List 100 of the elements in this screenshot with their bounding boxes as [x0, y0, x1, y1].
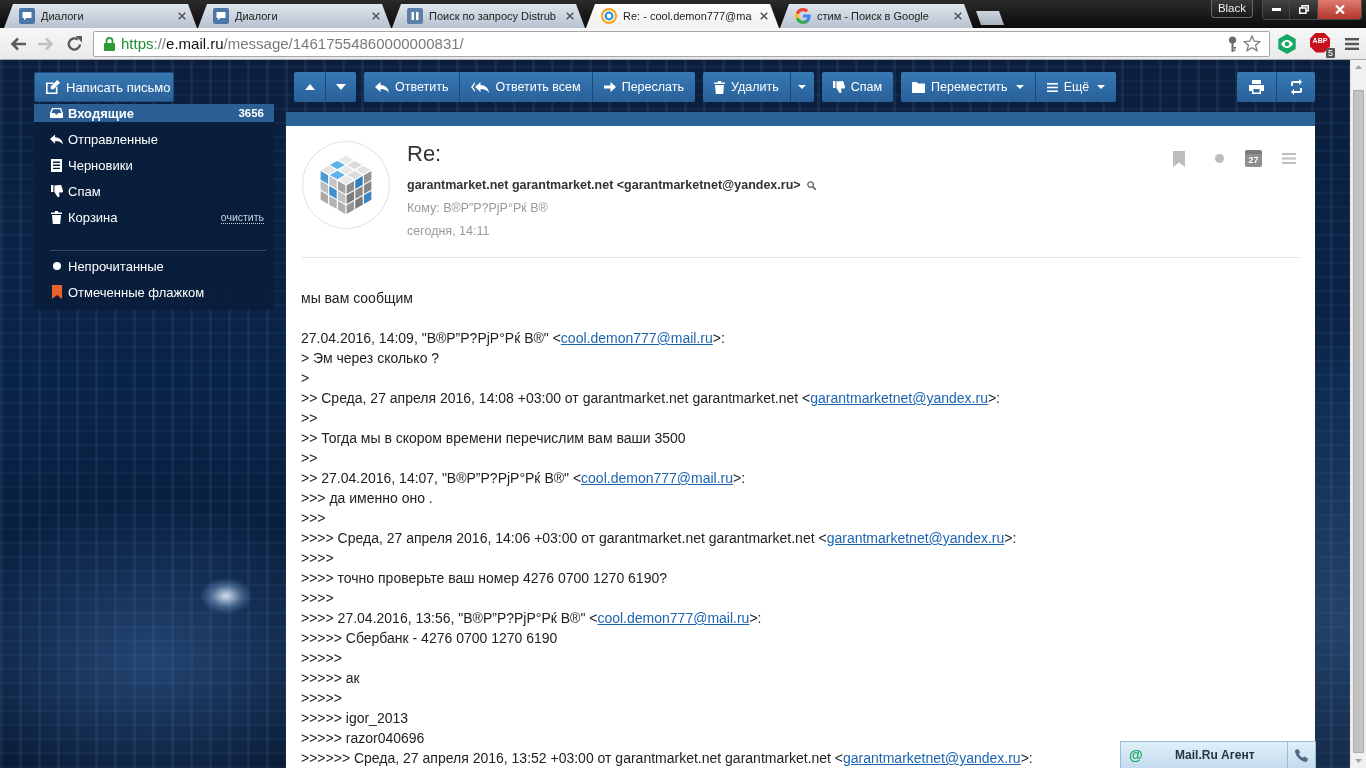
recipient-text: Кому: В®Р”Р?РјР°Рќ В®: [407, 200, 549, 216]
folder-item[interactable]: Отправленные: [34, 126, 274, 152]
folder-item[interactable]: Отмеченные флажком: [34, 279, 274, 305]
dropdown-button[interactable]: [789, 72, 814, 102]
quote-line: >>> да именно оно .: [301, 489, 434, 508]
more-button[interactable]: Ещё: [1034, 72, 1117, 102]
quote-line: >>>>> razor040696: [301, 729, 426, 748]
quote-line: >>>>> ак: [301, 669, 361, 688]
quote-line: >>>> 27.04.2016, 13:56, "В®Р”Р?РјР°Рќ В®" <cool.demon777@mail.ru>:: [301, 609, 763, 628]
triangle-down-icon: [336, 84, 346, 90]
move-button[interactable]: Переместить: [901, 72, 1035, 102]
key-icon[interactable]: [1228, 35, 1237, 52]
close-icon[interactable]: [760, 12, 768, 20]
email-link[interactable]: garantmarketnet@yandex.ru: [843, 750, 1021, 766]
browser-tab[interactable]: Re: - cool.demon777@ma: [586, 4, 779, 28]
print-button[interactable]: [1237, 72, 1276, 102]
down-button[interactable]: [325, 72, 356, 102]
thumbs-down-icon: [50, 185, 63, 197]
email-link[interactable]: garantmarketnet@yandex.ru: [810, 390, 988, 406]
quote-line: >> Тогда мы в скором времени перечислим вам ваши 3500: [301, 429, 687, 448]
folder-item[interactable]: Непрочитанные: [34, 253, 274, 279]
reload-icon: [66, 36, 82, 51]
triangle-up-icon: [304, 84, 315, 90]
lock-icon: [104, 36, 115, 51]
compose-button[interactable]: Написать письмо: [34, 72, 174, 102]
speech-bubble-icon: [19, 8, 35, 24]
browser-tab[interactable]: Поиск по запросу Distrub: [392, 4, 585, 28]
arrow-right-icon: [603, 82, 616, 92]
folder-item[interactable]: Спам: [34, 178, 274, 204]
quote-line: >>>> Среда, 27 апреля 2016, 14:06 +03:00 от garantmarket.net garantmarket.net <garantmarketnet@yandex.ru>:: [301, 529, 1018, 548]
quote-line: >>: [301, 409, 319, 428]
quote-line: >> 27.04.2016, 14:07, "В®Р”Р?РјР°Рќ В®" <cool.demon777@mail.ru>:: [301, 469, 747, 488]
google-logo-icon: [795, 8, 811, 24]
printer-icon: [1249, 80, 1264, 94]
profile-button[interactable]: Black: [1210, 0, 1253, 18]
folder-item[interactable]: Черновики: [34, 152, 274, 178]
reply-all-icon: [471, 81, 490, 93]
restore-icon: [1298, 5, 1309, 14]
avatar-cube-icon: [302, 141, 390, 229]
pause-icon: [407, 8, 423, 24]
email-link[interactable]: cool.demon777@mail.ru: [597, 610, 750, 626]
close-icon[interactable]: [954, 12, 962, 20]
scrollbar-thumb[interactable]: [1353, 90, 1364, 753]
quote-line: >>>>> igor_2013: [301, 709, 410, 728]
at-icon: @: [1129, 747, 1143, 763]
email-link[interactable]: cool.demon777@mail.ru: [581, 470, 734, 486]
browser-tab[interactable]: Диалоги: [198, 4, 391, 28]
minimize-button[interactable]: [1262, 0, 1290, 20]
clear-link[interactable]: очистить: [220, 210, 264, 224]
quote-line: >>>>: [301, 549, 335, 568]
restore-button[interactable]: [1290, 0, 1318, 20]
eye-icon[interactable]: [1277, 33, 1297, 54]
thumbs-down-icon: [832, 81, 845, 93]
close-icon[interactable]: [372, 12, 380, 20]
caret-icon: [798, 85, 807, 89]
reply-all-button[interactable]: Ответить всем: [459, 72, 592, 102]
close-button[interactable]: [1318, 0, 1362, 20]
menu-icon[interactable]: [1345, 37, 1359, 50]
sender-address: garantmarket.net garantmarket.net <garantmarketnet@yandex.ru>: [407, 177, 801, 193]
email-link[interactable]: garantmarketnet@yandex.ru: [826, 530, 1005, 546]
close-icon: [1334, 5, 1345, 14]
message-date: сегодня, 14:11: [407, 223, 491, 239]
close-icon[interactable]: [566, 12, 574, 20]
toggle-view-button[interactable]: [1276, 72, 1315, 102]
new-tab-button[interactable]: [976, 11, 1004, 25]
trash-icon: [713, 80, 725, 94]
folder-item[interactable]: Входящие 3656: [34, 104, 274, 122]
search-icon[interactable]: [806, 180, 816, 190]
reply-icon: [50, 133, 63, 145]
browser-tab[interactable]: стим - Поиск в Google: [780, 4, 973, 28]
trash-icon: [51, 210, 62, 224]
forward-button[interactable]: Переслать: [591, 72, 695, 102]
swap-arrows-icon: [1288, 79, 1304, 95]
star-icon[interactable]: [1243, 35, 1261, 52]
close-icon[interactable]: [178, 12, 186, 20]
menu-lines-icon: [1046, 82, 1058, 92]
address-field[interactable]: https://e.mail.ru/message/14617554860000000831/: [121, 35, 1228, 52]
ring-icon: [601, 8, 617, 24]
email-link[interactable]: cool.demon777@mail.ru: [560, 330, 713, 346]
spam-button[interactable]: Спам: [821, 72, 894, 102]
quote-line: 27.04.2016, 14:09, "В®Р”Р?РјР°Рќ В®" <cool.demon777@mail.ru>:: [301, 329, 726, 348]
reply-button[interactable]: Ответить: [364, 72, 460, 102]
quote-line: >>>>>: [301, 649, 343, 668]
folder-icon: [912, 81, 926, 93]
browser-tab[interactable]: Диалоги: [4, 4, 197, 28]
quote-line: >>: [301, 449, 319, 468]
quote-line: >: [301, 369, 311, 388]
quote-line: >>>>> Сбербанк - 4276 0700 1270 6190: [301, 629, 559, 648]
arrow-right-icon: [38, 36, 54, 51]
folder-item[interactable]: Корзина очистить: [34, 204, 274, 230]
quote-line: >>>> точно проверьте ваш номер 4276 0700 1270 6190?: [301, 569, 668, 588]
quote-line: > Эм через сколько ?: [301, 349, 441, 368]
dot-icon[interactable]: [1215, 154, 1224, 163]
delete-button[interactable]: Удалить: [702, 72, 790, 102]
message-subject: Re:: [407, 141, 443, 167]
quote-line: >>>>: [301, 589, 335, 608]
document-icon: [51, 158, 62, 172]
up-button[interactable]: [294, 72, 325, 102]
caret-icon: [1015, 85, 1024, 89]
agent-title[interactable]: Mail.Ru Агент: [1175, 748, 1255, 762]
